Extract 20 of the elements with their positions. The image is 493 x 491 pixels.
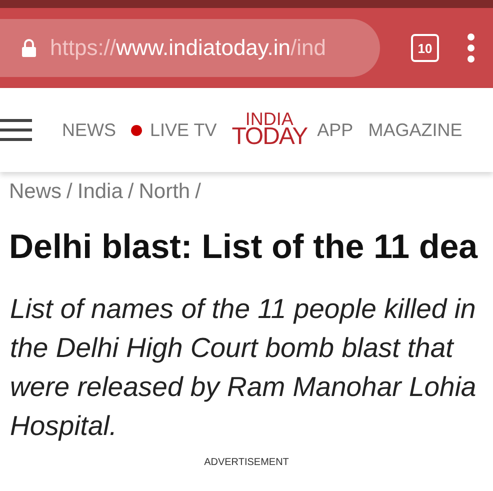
url-text: https://www.indiatoday.in/ind <box>50 35 326 61</box>
breadcrumb-separator: / <box>128 180 134 204</box>
breadcrumb-link[interactable]: News <box>9 180 62 204</box>
nav-link[interactable]: NEWS <box>62 120 116 140</box>
advertisement-label: ADVERTISEMENT <box>203 457 290 468</box>
article-headline: Delhi blast: List of the 11 dea <box>9 228 479 267</box>
tab-count-button[interactable]: 10 <box>411 34 439 62</box>
nav-link[interactable]: APP <box>317 120 354 140</box>
more-icon[interactable] <box>467 33 475 63</box>
breadcrumb-link[interactable]: North <box>138 180 190 204</box>
address-bar[interactable]: https://www.indiatoday.in/ind <box>0 19 380 77</box>
site-logo[interactable]: INDIA TODAY <box>232 112 308 148</box>
lock-icon <box>22 39 36 57</box>
breadcrumb-separator: / <box>195 180 201 204</box>
menu-icon[interactable] <box>0 119 32 141</box>
breadcrumb-link[interactable]: India <box>77 180 123 204</box>
article-summary: List of names of the 11 people killed in the Delhi High Court bomb blast that were released by Ram Manohar Lohia Hospital. <box>10 292 478 443</box>
live-tv-link[interactable]: LIVE TV <box>131 120 217 140</box>
nav-link[interactable]: MAGAZINE <box>368 120 462 140</box>
breadcrumb-separator: / <box>66 180 72 204</box>
